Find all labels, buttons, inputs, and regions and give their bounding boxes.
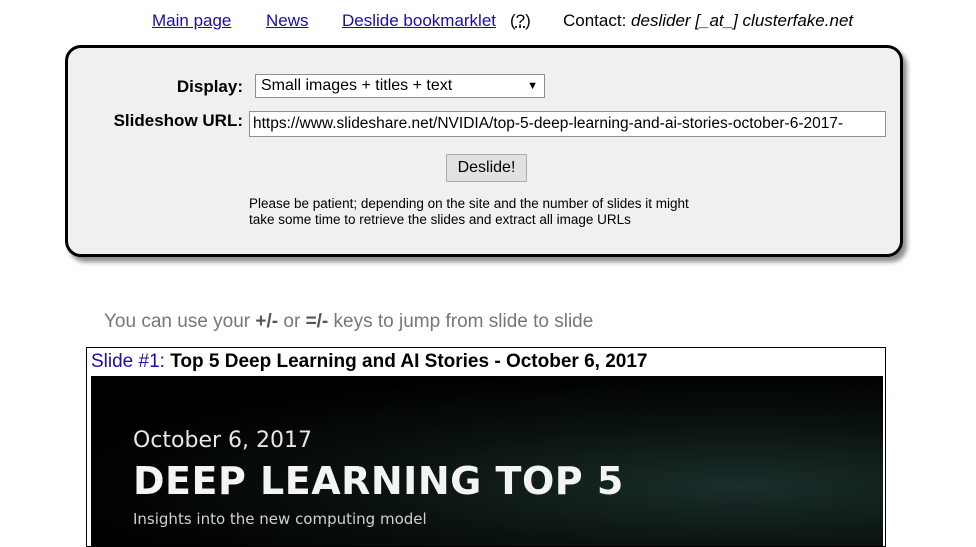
deslide-form-panel: Display: Small images + titles + text ▼ … bbox=[65, 45, 903, 257]
display-select-value: Small images + titles + text bbox=[261, 77, 453, 94]
slide-card: Slide #1: Top 5 Deep Learning and AI Sto… bbox=[86, 347, 886, 547]
contact-address: deslider [_at_] clusterfake.net bbox=[631, 11, 854, 30]
slide-image-subtitle: Insights into the new computing model bbox=[133, 510, 427, 528]
display-select[interactable]: Small images + titles + text ▼ bbox=[255, 74, 545, 98]
slideshow-url-label: Slideshow URL: bbox=[113, 111, 243, 130]
slideshow-url-input[interactable] bbox=[249, 111, 886, 137]
contact-info: Contact: deslider [_at_] clusterfake.net bbox=[563, 11, 853, 31]
slide-image: October 6, 2017 DEEP LEARNING TOP 5 Insi… bbox=[91, 376, 883, 546]
hint-text-post: keys to jump from slide to slide bbox=[328, 311, 594, 332]
slide-image-headline: DEEP LEARNING TOP 5 bbox=[133, 459, 624, 503]
patience-note-line-1: Please be patient; depending on the site… bbox=[249, 196, 689, 211]
main-page-link[interactable]: Main page bbox=[152, 11, 231, 31]
slide-number: Slide #1: bbox=[91, 351, 165, 372]
help-wrapper: (?) bbox=[510, 11, 531, 31]
paren-close: ) bbox=[525, 11, 531, 30]
bookmarklet-link[interactable]: Deslide bookmarklet bbox=[342, 11, 496, 31]
slide-name: Top 5 Deep Learning and AI Stories - Oct… bbox=[170, 351, 648, 372]
hint-text-mid: or bbox=[278, 311, 306, 332]
hint-key-plus-minus: +/- bbox=[255, 311, 279, 332]
hint-key-equals-minus: =/- bbox=[305, 311, 329, 332]
top-navigation: Main page News Deslide bookmarklet (?) C… bbox=[0, 10, 976, 34]
keyboard-hint: You can use your +/- or =/- keys to jump… bbox=[104, 311, 593, 333]
hint-text-pre: You can use your bbox=[104, 311, 256, 332]
deslide-button[interactable]: Deslide! bbox=[446, 154, 527, 182]
patience-note: Please be patient; depending on the site… bbox=[249, 196, 729, 228]
dropdown-arrow-icon: ▼ bbox=[527, 80, 538, 92]
help-link[interactable]: ? bbox=[516, 11, 525, 30]
news-link[interactable]: News bbox=[266, 11, 309, 31]
slide-title: Slide #1: Top 5 Deep Learning and AI Sto… bbox=[91, 351, 647, 373]
patience-note-line-2: take some time to retrieve the slides an… bbox=[249, 212, 631, 227]
display-label: Display: bbox=[176, 77, 243, 96]
contact-label: Contact: bbox=[563, 11, 627, 30]
slide-image-date: October 6, 2017 bbox=[133, 428, 313, 453]
